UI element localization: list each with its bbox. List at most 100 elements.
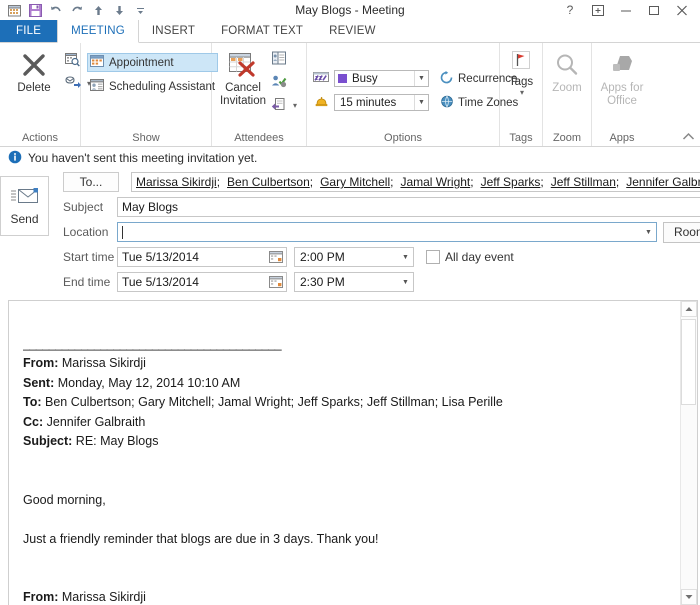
scroll-up-button[interactable] (681, 301, 697, 317)
reminder-caret-icon[interactable]: ▼ (414, 95, 428, 110)
start-clock-field[interactable]: 2:00 PM ▼ (294, 247, 414, 267)
cancel-invitation-button[interactable]: Cancel Invitation (218, 47, 268, 109)
cancel-invitation-label-1: Cancel (225, 82, 261, 94)
to-value: Ben Culbertson; Gary Mitchell; Jamal Wri… (41, 395, 503, 409)
scheduling-assistant-label: Scheduling Assistant (109, 80, 216, 93)
customize-quick-access-icon[interactable] (130, 1, 150, 19)
zoom-label: Zoom (552, 82, 582, 94)
group-label-tags: Tags (509, 132, 533, 144)
message-to-line: To: Ben Culbertson; Gary Mitchell; Jamal… (23, 393, 670, 413)
start-time-label: Start time (63, 250, 115, 264)
rooms-button[interactable]: Rooms... (662, 221, 700, 243)
send-button[interactable]: Send (0, 176, 49, 236)
tab-format-text[interactable]: FORMAT TEXT (208, 20, 316, 42)
minimize-icon[interactable] (612, 1, 640, 20)
cancel-invitation-icon (228, 49, 258, 81)
tab-review[interactable]: REVIEW (316, 20, 389, 42)
from-value: Marissa Sikirdji (58, 590, 146, 604)
previous-item-icon[interactable] (88, 1, 108, 19)
message-body[interactable]: ________________________________________… (9, 301, 680, 605)
recipient-chip[interactable]: Gary Mitchell (320, 175, 390, 189)
meeting-header-form: Send To... Marissa Sikirdji; Ben Culbert… (0, 169, 700, 298)
show-as-caret-icon[interactable]: ▼ (414, 71, 428, 86)
end-date-field[interactable]: Tue 5/13/2014 (117, 272, 287, 292)
recipient-list: Marissa Sikirdji; Ben Culbertson; Gary M… (136, 175, 700, 189)
response-options-caret-icon[interactable]: ▾ (293, 101, 297, 110)
recurrence-icon (440, 70, 454, 87)
ribbon-display-options-icon[interactable] (584, 1, 612, 20)
show-as-combo[interactable]: Busy ▼ (334, 70, 429, 87)
end-clock-field[interactable]: 2:30 PM ▼ (294, 272, 414, 292)
all-day-event-checkbox[interactable] (426, 250, 440, 264)
subject-value: RE: May Blogs (72, 434, 159, 448)
calendar-picker-icon[interactable] (269, 250, 284, 264)
text-cursor (122, 225, 123, 239)
message-divider: ________________________________________ (23, 336, 282, 351)
globe-icon (440, 95, 454, 111)
maximize-icon[interactable] (640, 1, 668, 20)
to-button[interactable]: To... (63, 172, 119, 192)
ribbon-group-options: Busy ▼ Recurrence 15 minutes ▼ Time Zone… (307, 43, 518, 146)
cc-value: Jennifer Galbraith (43, 414, 146, 429)
location-caret-icon[interactable]: ▼ (641, 229, 656, 236)
ribbon-group-apps: Apps for Office Apps (592, 43, 652, 146)
tab-file[interactable]: FILE (0, 20, 58, 42)
address-book-button[interactable] (268, 50, 300, 69)
appointment-button[interactable]: Appointment (87, 53, 219, 72)
info-bar-message: You haven't sent this meeting invitation… (28, 151, 258, 165)
scheduling-assistant-icon (90, 78, 105, 95)
help-icon[interactable]: ? (556, 1, 584, 20)
calendar-picker-icon[interactable] (269, 275, 284, 289)
apps-for-office-button[interactable]: Apps for Office (594, 47, 650, 109)
tags-caret-icon[interactable]: ▾ (520, 88, 524, 97)
group-label-options: Options (384, 132, 422, 144)
start-clock-caret-icon[interactable]: ▼ (398, 254, 413, 261)
location-row: Location ▼ Rooms... (49, 221, 700, 243)
recipient-chip[interactable]: Jennifer Galbraith (626, 175, 700, 189)
group-label-show: Show (132, 132, 160, 144)
tab-meeting[interactable]: MEETING (57, 20, 139, 43)
ribbon-group-attendees: Cancel Invitation ▾ Attendees (212, 43, 307, 146)
recipient-chip[interactable]: Ben Culbertson (227, 175, 310, 189)
message-cc-line: Cc: Jennifer Galbraith (23, 413, 670, 433)
recipient-chip[interactable]: Jamal Wright (400, 175, 470, 189)
tab-insert[interactable]: INSERT (139, 20, 208, 42)
recipient-chip[interactable]: Marissa Sikirdji (136, 175, 217, 189)
recipient-chip[interactable]: Jeff Stillman (551, 175, 616, 189)
recipient-chip[interactable]: Jeff Sparks (481, 175, 541, 189)
start-date-field[interactable]: Tue 5/13/2014 (117, 247, 287, 267)
scheduling-assistant-button[interactable]: Scheduling Assistant (87, 77, 218, 96)
zoom-button[interactable]: Zoom (545, 47, 589, 96)
address-book-icon (271, 51, 287, 68)
scroll-down-button[interactable] (681, 589, 697, 605)
info-bar: You haven't sent this meeting invitation… (0, 147, 700, 169)
undo-icon[interactable] (46, 1, 66, 19)
end-clock-caret-icon[interactable]: ▼ (398, 279, 413, 286)
location-field[interactable]: ▼ (117, 222, 657, 242)
all-day-event-row[interactable]: All day event (426, 250, 514, 264)
tags-button[interactable]: Tags ▾ (501, 47, 541, 99)
calendar-icon[interactable] (4, 1, 24, 19)
save-icon[interactable] (25, 1, 45, 19)
response-options-button[interactable]: ▾ (268, 96, 300, 115)
end-date-value: Tue 5/13/2014 (122, 275, 199, 289)
reminder-combo[interactable]: 15 minutes ▼ (334, 94, 429, 111)
to-field[interactable]: Marissa Sikirdji; Ben Culbertson; Gary M… (131, 172, 700, 192)
redo-icon[interactable] (67, 1, 87, 19)
collapse-ribbon-icon[interactable] (682, 130, 695, 144)
close-icon[interactable] (668, 1, 696, 20)
check-names-button[interactable] (268, 73, 300, 92)
scroll-track[interactable] (681, 317, 697, 589)
scroll-thumb[interactable] (681, 319, 696, 405)
title-bar: May Blogs - Meeting ? (0, 0, 700, 20)
delete-label: Delete (17, 82, 51, 94)
delete-button[interactable]: Delete (6, 47, 62, 96)
subject-field[interactable]: May Blogs (117, 197, 700, 217)
quick-access-toolbar (0, 1, 150, 19)
delete-x-icon (21, 49, 47, 81)
apps-for-office-label-1: Apps for (600, 82, 644, 94)
all-day-event-label: All day event (445, 250, 514, 264)
next-item-icon[interactable] (109, 1, 129, 19)
body-scrollbar[interactable] (680, 301, 697, 605)
message-from-line: From: Marissa Sikirdji (23, 354, 670, 374)
